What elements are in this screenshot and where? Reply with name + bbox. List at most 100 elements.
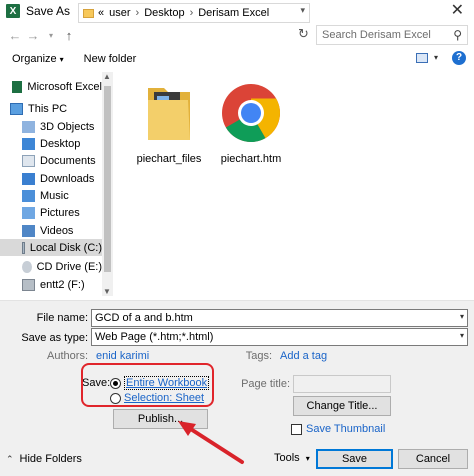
chevron-down-icon[interactable]: ▾ <box>460 331 464 340</box>
nav-item-label: Microsoft Excel <box>27 80 102 93</box>
nav-item-downloads[interactable]: Downloads <box>22 170 102 187</box>
scroll-down-icon[interactable]: ▼ <box>103 287 111 296</box>
save-thumbnail-checkbox[interactable]: Save Thumbnail <box>291 423 385 435</box>
breadcrumb-separator-icon: › <box>135 7 140 19</box>
file-name-field[interactable]: GCD of a and b.htm ▾ <box>91 309 468 327</box>
nav-item-desktop[interactable]: Desktop <box>22 135 102 152</box>
search-input[interactable]: Search Derisam Excel ⚲ <box>316 25 468 45</box>
save-type-label: Save as type: <box>21 332 88 344</box>
back-arrow-icon[interactable]: ← <box>6 28 24 43</box>
breadcrumb-derisam-excel[interactable]: Derisam Excel <box>198 7 269 19</box>
nav-item-music[interactable]: Music <box>22 187 102 204</box>
nav-item-label: entt2 (F:) <box>40 278 85 291</box>
breadcrumb-desktop[interactable]: Desktop <box>144 7 184 19</box>
checkbox-unchecked-icon <box>291 423 302 435</box>
organize-button[interactable]: Organize ▾ <box>12 53 64 65</box>
file-name: piechart_files <box>136 153 202 165</box>
tools-label: Tools <box>274 452 300 464</box>
drive-icon <box>22 241 25 254</box>
save-type-select[interactable]: Web Page (*.htm;*.html) ▾ <box>91 328 468 346</box>
checkbox-label: Save Thumbnail <box>306 423 386 435</box>
file-item-htm[interactable]: piechart.htm <box>206 82 296 165</box>
chevron-down-icon[interactable]: ▾ <box>300 5 305 16</box>
scroll-up-icon[interactable]: ▲ <box>103 72 111 81</box>
nav-item-documents[interactable]: Documents <box>22 152 102 169</box>
hide-folders-label: Hide Folders <box>19 453 82 465</box>
nav-pane-scrollbar[interactable]: ▲ ▼ <box>102 72 113 296</box>
save-type-value: Web Page (*.htm;*.html) <box>95 331 214 343</box>
cancel-button[interactable]: Cancel <box>398 449 468 469</box>
file-list: piechart_files piechart.htm <box>116 72 474 296</box>
page-title-label: Page title: <box>241 378 290 390</box>
address-bar[interactable]: « user › Desktop › Derisam Excel ▾ <box>78 3 310 23</box>
pictures-icon <box>22 206 35 219</box>
cd-drive-icon <box>22 260 32 273</box>
nav-item-label: This PC <box>28 102 68 115</box>
red-arrow-annotation <box>178 421 244 464</box>
videos-icon <box>22 224 35 237</box>
nav-item-label: Videos <box>40 224 74 237</box>
nav-item-label: Music <box>40 189 69 202</box>
refresh-icon[interactable]: ↻ <box>298 26 309 42</box>
up-arrow-icon[interactable]: ↑ <box>60 28 78 43</box>
recent-locations-chevron-icon[interactable]: ▾ <box>42 31 60 40</box>
file-name-value: GCD of a and b.htm <box>95 312 193 324</box>
nav-item-pictures[interactable]: Pictures <box>22 204 102 221</box>
chrome-icon <box>222 84 280 142</box>
forward-arrow-icon[interactable]: → <box>24 28 42 43</box>
file-item-folder[interactable]: piechart_files <box>124 82 214 165</box>
help-icon[interactable]: ? <box>452 51 466 65</box>
change-title-button[interactable]: Change Title... <box>293 396 391 416</box>
chevron-down-icon[interactable]: ▾ <box>460 312 464 321</box>
file-name: piechart.htm <box>220 153 282 165</box>
breadcrumb-separator-icon: › <box>189 7 194 19</box>
search-placeholder: Search Derisam Excel <box>322 29 431 41</box>
excel-icon <box>12 80 23 93</box>
nav-item-label: 3D Objects <box>40 120 95 133</box>
search-icon: ⚲ <box>453 28 462 42</box>
music-icon <box>22 189 35 202</box>
tags-input[interactable]: Add a tag <box>280 350 327 362</box>
nav-item-label: Downloads <box>40 172 95 185</box>
nav-item-label: Desktop <box>40 137 81 150</box>
command-bar: Organize ▾ New folder ▾ ? <box>0 48 474 70</box>
nav-item-entt2-f[interactable]: entt2 (F:) <box>22 276 102 293</box>
new-folder-button[interactable]: New folder <box>84 53 137 65</box>
excel-app-icon: X <box>6 4 20 18</box>
authors-value[interactable]: enid karimi <box>96 350 149 362</box>
file-name-label: File name: <box>36 312 88 324</box>
highlight-callout <box>81 363 214 407</box>
nav-item-cd-drive-e[interactable]: CD Drive (E:) <box>22 258 102 275</box>
page-title-input[interactable] <box>293 375 391 393</box>
chevron-up-icon: ⌃ <box>6 453 14 464</box>
drive-icon <box>22 278 35 291</box>
nav-item-3d-objects[interactable]: 3D Objects <box>22 118 102 135</box>
save-button[interactable]: Save <box>316 449 393 469</box>
folder-icon <box>148 88 190 140</box>
breadcrumb-overflow[interactable]: « <box>98 7 104 19</box>
nav-item-microsoft-excel[interactable]: Microsoft Excel <box>12 78 102 95</box>
nav-item-videos[interactable]: Videos <box>22 222 102 239</box>
3d-objects-icon <box>22 120 35 133</box>
window-title: Save As <box>26 4 71 18</box>
breadcrumb-user[interactable]: user <box>109 7 130 19</box>
folder-icon <box>83 8 94 18</box>
authors-label: Authors: <box>47 350 88 362</box>
tools-menu[interactable]: Tools ▾ <box>274 452 310 464</box>
nav-item-label: CD Drive (E:) <box>36 260 102 273</box>
documents-icon <box>22 154 35 167</box>
close-icon[interactable]: ✕ <box>451 2 464 20</box>
hide-folders-button[interactable]: ⌃ Hide Folders <box>6 453 82 465</box>
desktop-icon <box>22 137 35 150</box>
nav-item-this-pc[interactable]: This PC <box>10 100 102 117</box>
view-options-icon[interactable] <box>416 53 428 63</box>
downloads-icon <box>22 172 35 185</box>
nav-item-label: Local Disk (C:) <box>29 241 102 254</box>
nav-item-local-disk-c[interactable]: Local Disk (C:) <box>0 239 102 256</box>
chevron-down-icon: ▾ <box>305 454 310 463</box>
tags-label: Tags: <box>245 350 272 362</box>
scrollbar-thumb[interactable] <box>104 86 111 272</box>
chevron-down-icon[interactable]: ▾ <box>434 53 438 62</box>
nav-item-label: Documents <box>40 154 96 167</box>
navigation-pane: Microsoft Excel This PC 3D Objects Deskt… <box>0 72 114 296</box>
